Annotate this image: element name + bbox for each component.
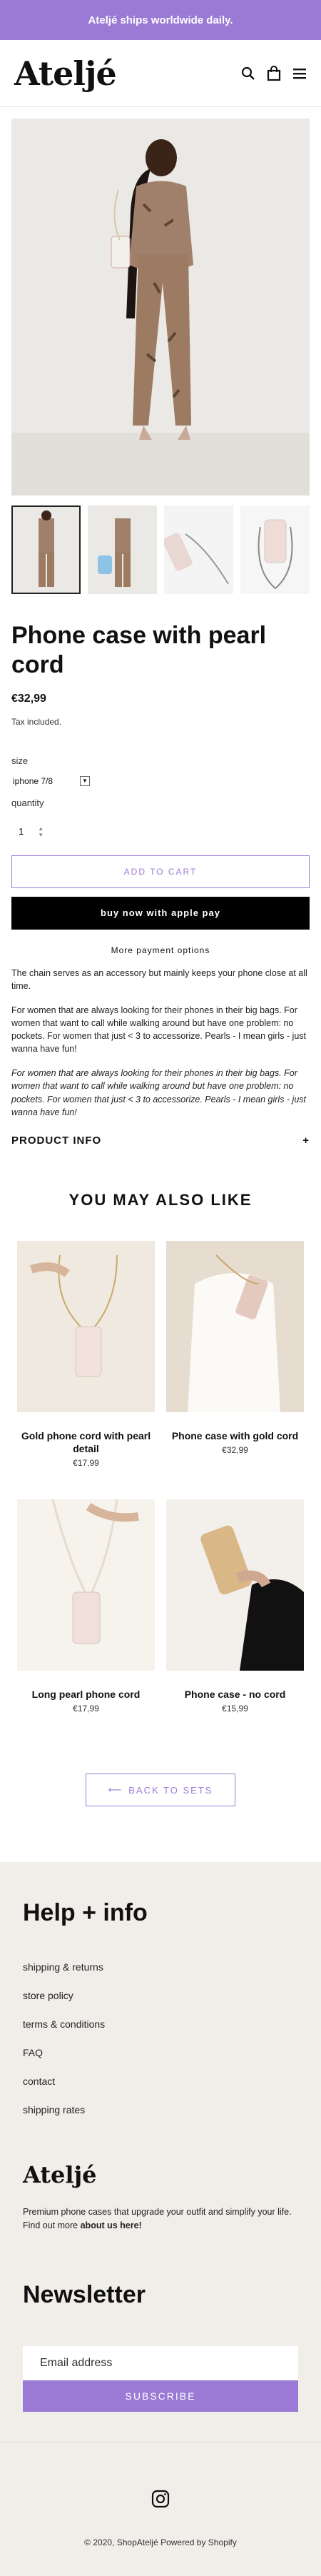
footer-brand: Ateljé	[23, 2161, 97, 2189]
product-card-name[interactable]: Gold phone cord with pearl detail	[17, 1429, 155, 1455]
product-card-price: €15,99	[222, 1704, 248, 1714]
product-card-image[interactable]	[166, 1240, 304, 1412]
logo[interactable]: Ateljé	[14, 54, 117, 93]
footer-link-faq[interactable]: FAQ	[23, 2047, 298, 2058]
product-card[interactable]: Phone case - no cord €15,99	[166, 1499, 304, 1714]
stepper-down-icon[interactable]: ▼	[38, 832, 44, 838]
description-paragraph-1: The chain serves as an accessory but mai…	[11, 967, 307, 991]
product-price: €32,99	[11, 692, 46, 705]
footer-brand-text: Premium phone cases that upgrade your ou…	[23, 2205, 298, 2233]
product-card-image[interactable]	[17, 1499, 155, 1671]
quantity-value[interactable]: 1	[19, 826, 24, 837]
back-to-sets-button[interactable]: ⟵ BACK TO SETS	[86, 1773, 235, 1807]
thumbnail-3[interactable]	[164, 505, 233, 594]
site-footer: Help + info shipping & returns store pol…	[0, 1862, 321, 2576]
product-card-price: €17,99	[73, 1704, 99, 1714]
product-card-price: €32,99	[222, 1445, 248, 1456]
size-label: size	[11, 755, 29, 766]
quantity-stepper[interactable]: 1 ▲ ▼	[11, 825, 310, 838]
back-to-sets-label: BACK TO SETS	[128, 1784, 213, 1796]
menu-icon[interactable]	[292, 67, 307, 80]
product-title: Phone case with pearl cord	[11, 622, 267, 678]
footer-links: shipping & returns store policy terms & …	[23, 1961, 298, 2115]
bag-icon[interactable]	[267, 65, 281, 81]
stepper-arrows[interactable]: ▲ ▼	[38, 825, 44, 838]
more-payment-options-link[interactable]: More payment options	[11, 945, 310, 955]
thumbnail-1[interactable]	[11, 505, 81, 594]
footer-brand-description: Premium phone cases that upgrade your ou…	[23, 2207, 292, 2231]
footer-link-store-policy[interactable]: store policy	[23, 1990, 298, 2001]
product-card-name[interactable]: Phone case - no cord	[166, 1688, 304, 1701]
size-select[interactable]: iphone 7/8 ▼	[11, 775, 90, 786]
apple-pay-button[interactable]: buy now with apple pay	[11, 896, 310, 930]
thumbnail-4[interactable]	[240, 505, 310, 594]
product-info-label: PRODUCT INFO	[11, 1134, 102, 1147]
quantity-label: quantity	[11, 797, 44, 808]
description-paragraph-3: For women that are always looking for th…	[11, 1068, 307, 1117]
size-select-value: iphone 7/8	[13, 775, 54, 786]
instagram-icon[interactable]	[151, 2490, 170, 2512]
thumbnail-2[interactable]	[88, 505, 157, 594]
tax-note: Tax included.	[11, 716, 62, 727]
product-card[interactable]: Gold phone cord with pearl detail €17,99	[17, 1240, 155, 1469]
subscribe-button[interactable]: SUBSCRIBE	[23, 2380, 298, 2412]
header-icons	[241, 65, 307, 81]
product-card-image[interactable]	[17, 1240, 155, 1412]
social-links	[23, 2490, 298, 2512]
announcement-text: Ateljé ships worldwide daily.	[88, 14, 233, 26]
product-card-image[interactable]	[166, 1499, 304, 1671]
search-icon[interactable]	[241, 66, 255, 81]
product-card[interactable]: Phone case with gold cord €32,99	[166, 1240, 304, 1468]
announcement-bar: Ateljé ships worldwide daily.	[0, 0, 321, 40]
product-info-toggle[interactable]: PRODUCT INFO +	[11, 1134, 310, 1147]
add-to-cart-button[interactable]: ADD TO CART	[11, 855, 310, 888]
stepper-up-icon[interactable]: ▲	[38, 825, 44, 832]
product-description: The chain serves as an accessory but mai…	[11, 967, 310, 1119]
thumbnail-row	[11, 505, 310, 594]
description-paragraph-2: For women that are always looking for th…	[11, 1005, 307, 1055]
plus-icon[interactable]: +	[302, 1134, 310, 1147]
product-card-name[interactable]: Long pearl phone cord	[17, 1688, 155, 1701]
site-header: Ateljé	[0, 40, 321, 107]
product-main-image[interactable]	[11, 119, 310, 495]
newsletter-title: Newsletter	[23, 2280, 146, 2308]
product-card-name[interactable]: Phone case with gold cord	[166, 1429, 304, 1442]
about-us-link[interactable]: about us here!	[81, 2220, 142, 2230]
footer-link-shipping-returns[interactable]: shipping & returns	[23, 1961, 298, 1973]
product-card-price: €17,99	[73, 1458, 99, 1469]
footer-link-terms[interactable]: terms & conditions	[23, 2018, 298, 2030]
related-title: YOU MAY ALSO LIKE	[68, 1190, 253, 1209]
footer-link-shipping-rates[interactable]: shipping rates	[23, 2104, 298, 2115]
footer-link-contact[interactable]: contact	[23, 2076, 298, 2087]
help-title: Help + info	[23, 1899, 148, 1927]
arrow-left-icon: ⟵	[108, 1784, 123, 1796]
copyright-text: © 2020, ShopAteljé Powered by Shopify	[84, 2537, 237, 2547]
product-card[interactable]: Long pearl phone cord €17,99	[17, 1499, 155, 1714]
related-products: YOU MAY ALSO LIKE Gold phone cord with p…	[0, 1191, 321, 1807]
email-field[interactable]: Email address	[23, 2345, 298, 2380]
chevron-down-icon: ▼	[80, 775, 90, 786]
